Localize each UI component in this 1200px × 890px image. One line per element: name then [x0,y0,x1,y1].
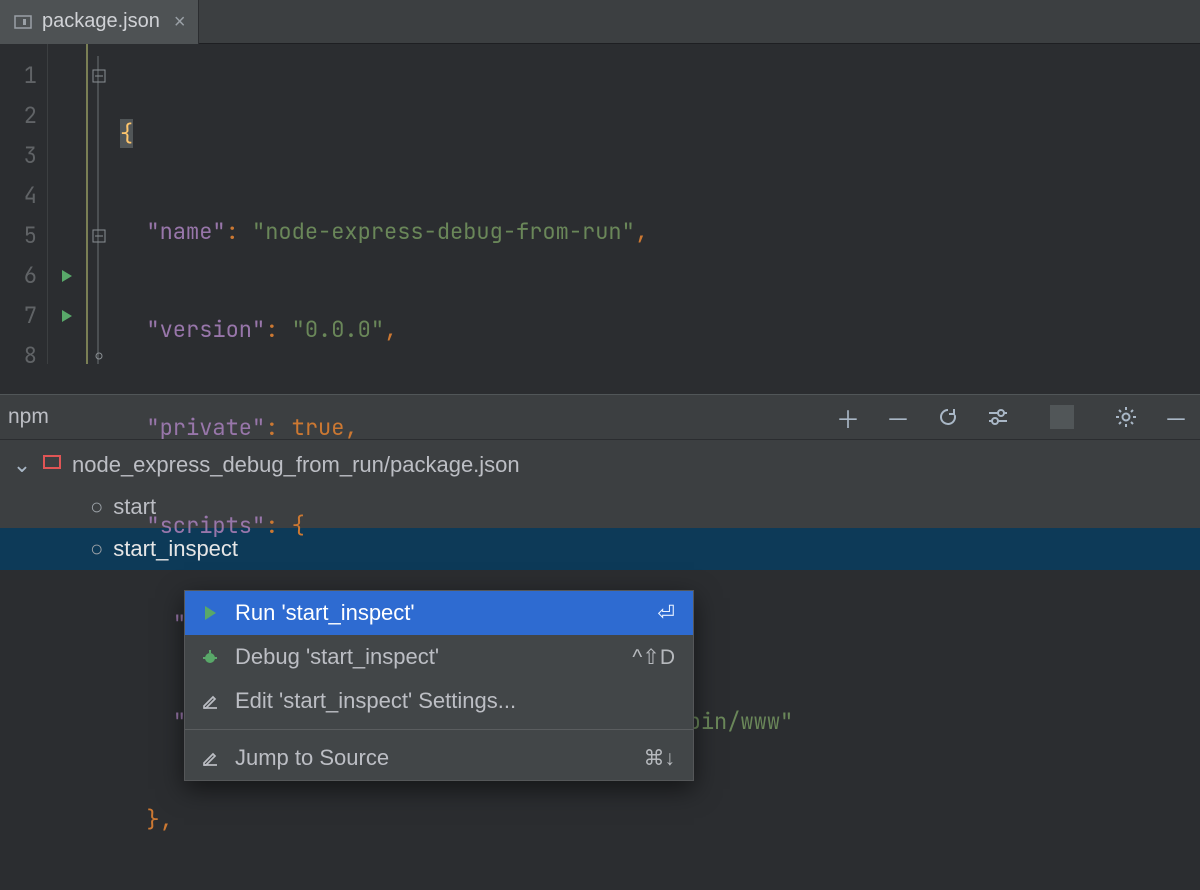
menu-item-label: Jump to Source [235,745,630,771]
menu-separator [185,729,693,730]
editor-tab-bar: package.json × [0,0,1200,44]
fold-toggle-icon[interactable] [88,216,110,256]
fold-end-icon [88,336,110,376]
code-content[interactable]: { "name": "node-express-debug-from-run",… [110,44,793,364]
bullet-icon: ○ [90,494,103,520]
edit-icon [199,749,221,767]
remove-icon[interactable]: － [886,405,910,429]
bullet-icon: ○ [90,536,103,562]
editor-tab-package-json[interactable]: package.json × [0,0,199,44]
tool-title: npm [8,405,49,429]
gear-icon[interactable] [1114,405,1138,429]
menu-run-script[interactable]: Run 'start_inspect' ⏎ [185,591,693,635]
add-icon[interactable]: ＋ [836,405,860,429]
menu-edit-settings[interactable]: Edit 'start_inspect' Settings... [185,679,693,723]
fold-guide [88,44,110,364]
npm-file-icon [12,13,34,31]
npm-root-label: node_express_debug_from_run/package.json [72,452,520,478]
menu-item-label: Debug 'start_inspect' [235,644,618,670]
code-editor[interactable]: 1 2 3 4 5 6 7 8 { "name": "node-express [0,44,1200,364]
npm-script-label: start [113,494,156,520]
context-menu: Run 'start_inspect' ⏎ Debug 'start_inspe… [184,590,694,781]
menu-jump-to-source[interactable]: Jump to Source ⌘↓ [185,736,693,780]
menu-item-shortcut: ^⇧D [632,645,675,670]
run-gutter-icon[interactable] [48,296,86,336]
menu-item-shortcut: ⌘↓ [644,746,676,771]
gutter-icons [48,44,88,364]
separator [1050,405,1074,429]
minimize-icon[interactable]: － [1164,405,1188,429]
gutter-line-numbers: 1 2 3 4 5 6 7 8 [0,44,48,364]
refresh-icon[interactable] [936,405,960,429]
bug-icon [199,648,221,666]
npm-script-label: start_inspect [113,536,238,562]
menu-item-label: Edit 'start_inspect' Settings... [235,688,675,714]
npm-package-icon [42,452,62,478]
menu-debug-script[interactable]: Debug 'start_inspect' ^⇧D [185,635,693,679]
run-gutter-icon[interactable] [48,256,86,296]
close-tab-icon[interactable]: × [168,12,186,32]
settings-toggle-icon[interactable] [986,405,1010,429]
menu-item-shortcut: ⏎ [657,601,675,626]
play-icon [199,604,221,622]
editor-tab-label: package.json [42,10,160,33]
edit-icon [199,692,221,710]
menu-item-label: Run 'start_inspect' [235,600,643,626]
chevron-down-icon: ⌄ [12,452,32,478]
fold-toggle-icon[interactable] [88,56,110,96]
